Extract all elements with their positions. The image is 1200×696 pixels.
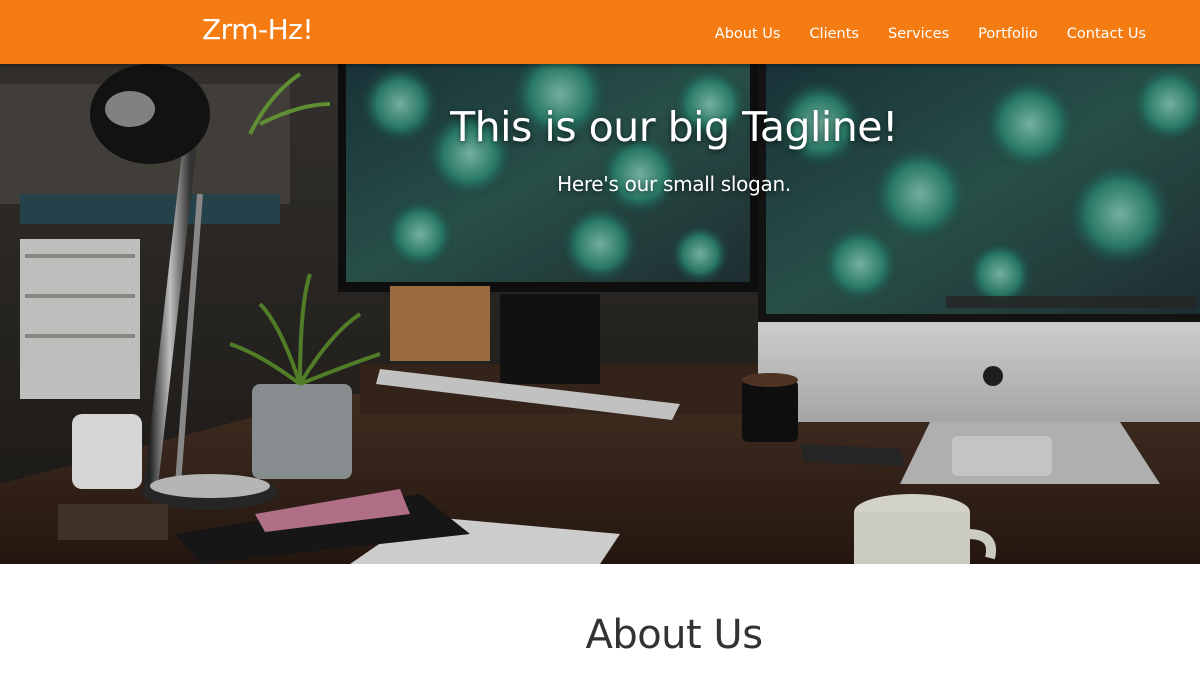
nav-link-services[interactable]: Services [888, 26, 949, 42]
nav-item-about: About Us [715, 23, 781, 42]
brand-logo-link[interactable]: Zrm-Hz! [202, 13, 314, 46]
nav-menu: About Us Clients Services Portfolio Cont… [715, 0, 1146, 64]
nav-link-portfolio[interactable]: Portfolio [978, 26, 1038, 42]
nav-item-clients: Clients [809, 23, 859, 42]
hero-tagline: This is our big Tagline! [450, 103, 898, 151]
hero-slogan: Here's our small slogan. [557, 172, 791, 196]
nav-item-services: Services [888, 23, 949, 42]
about-section-heading: About Us [585, 612, 763, 658]
nav-item-contact: Contact Us [1067, 23, 1146, 42]
top-navbar: Zrm-Hz! About Us Clients Services Portfo… [0, 0, 1200, 64]
nav-link-contact-us[interactable]: Contact Us [1067, 26, 1146, 42]
nav-link-clients[interactable]: Clients [809, 26, 859, 42]
nav-item-portfolio: Portfolio [978, 23, 1038, 42]
nav-link-about-us[interactable]: About Us [715, 26, 781, 42]
